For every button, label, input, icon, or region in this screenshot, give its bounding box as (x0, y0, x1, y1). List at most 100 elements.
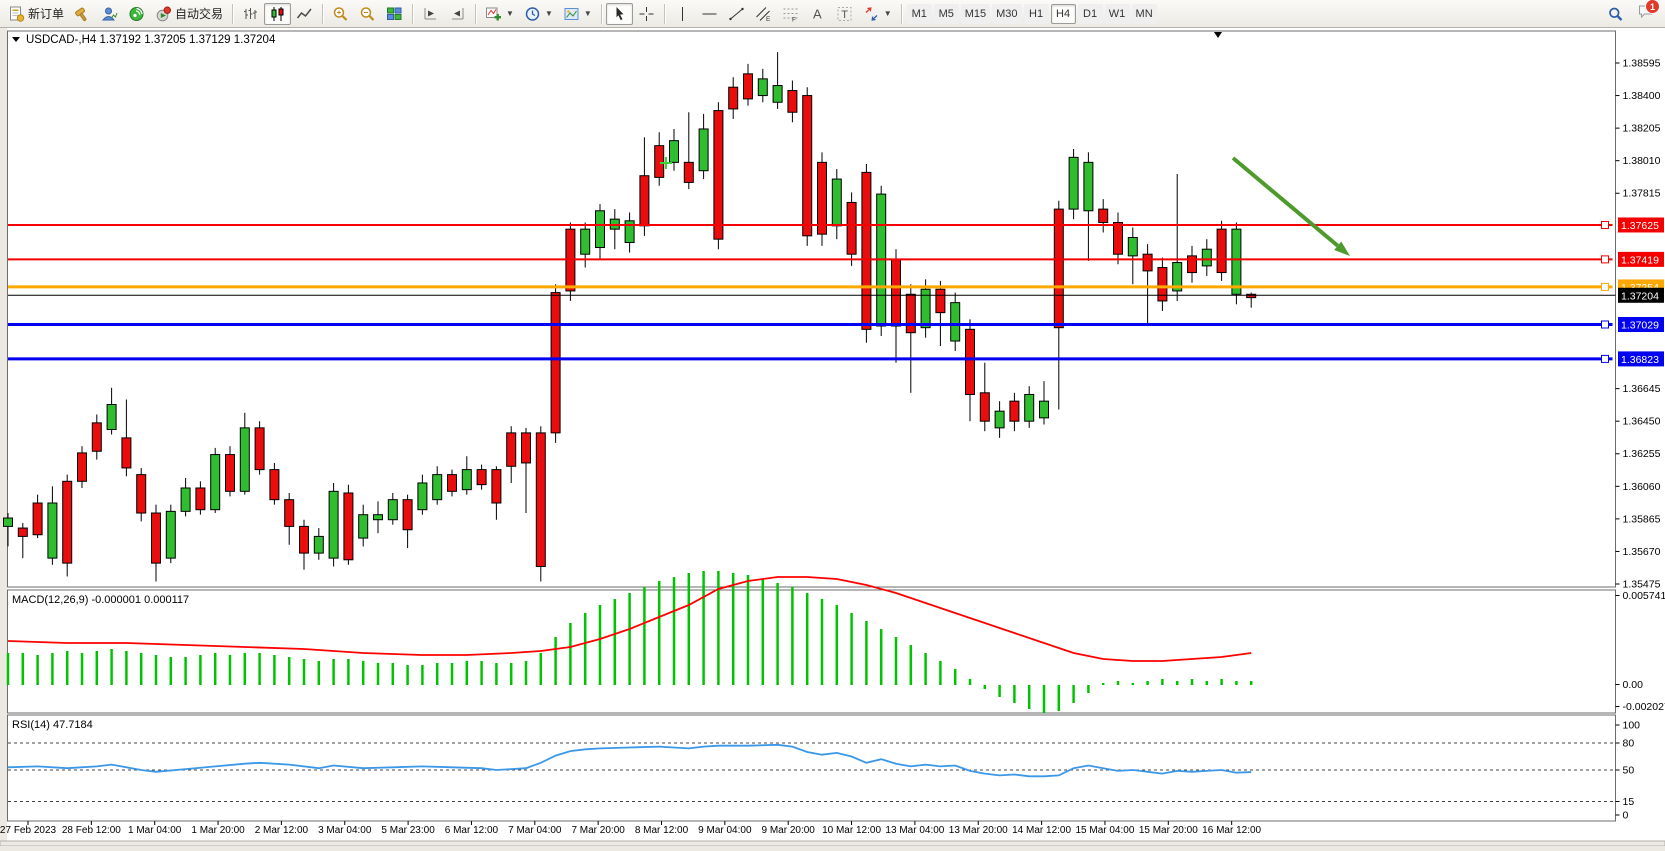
candle (166, 505, 175, 563)
candle (803, 87, 812, 246)
trendline-button[interactable] (723, 3, 750, 25)
candle (1232, 222, 1241, 304)
candle (255, 421, 264, 474)
candle (1217, 221, 1226, 281)
templates-button[interactable]: ▼ (558, 3, 597, 25)
chevron-down-icon: ▼ (506, 9, 514, 18)
macd-axis-label: -0.002027 (1623, 701, 1665, 713)
candle (566, 222, 575, 300)
price-tick-label: 1.35475 (1623, 578, 1661, 590)
shift-icon (422, 6, 439, 22)
hammer-tool-button[interactable] (69, 3, 96, 25)
time-tick-label: 1 Mar 04:00 (128, 825, 182, 836)
time-tick-label: 27 Feb 2023 (0, 825, 57, 836)
new-order-button-label: 新订单 (28, 5, 64, 22)
chart-candles-button[interactable] (264, 3, 291, 25)
new-order-button[interactable]: 新订单 (3, 3, 69, 25)
price-tick-label: 1.36255 (1623, 448, 1661, 460)
candles-icon (269, 6, 286, 22)
hline-price-text: 1.37625 (1621, 220, 1659, 232)
price-tick-label: 1.38010 (1623, 155, 1661, 167)
zoom-out-button[interactable] (354, 3, 381, 25)
timeframe-m5-button[interactable]: M5 (934, 4, 959, 24)
timeframe-h4-button[interactable]: H4 (1051, 4, 1076, 24)
timeframe-m1-button[interactable]: M1 (907, 4, 932, 24)
time-tick-label: 9 Mar 04:00 (698, 825, 752, 836)
arrows-button[interactable]: ▼ (858, 3, 897, 25)
toolbar-separator (322, 4, 323, 24)
hline-handle[interactable] (1602, 221, 1609, 228)
signals-button[interactable] (123, 3, 150, 25)
chart-bars-button[interactable] (237, 3, 264, 25)
price-tick-label: 1.35670 (1623, 546, 1661, 558)
autotrade-button[interactable]: 自动交易 (150, 3, 228, 25)
chevron-down-icon: ▼ (545, 9, 553, 18)
cursor-icon (611, 6, 628, 22)
periods-button[interactable]: ▼ (519, 3, 558, 25)
toolbar-separator (601, 4, 602, 24)
hline-handle[interactable] (1602, 283, 1609, 290)
channel-button[interactable]: E (750, 3, 777, 25)
svg-text:F: F (792, 16, 796, 22)
auto-scroll-button[interactable] (444, 3, 471, 25)
chart-window: 1.385951.384001.382051.380101.378151.366… (0, 28, 1665, 846)
tiles-icon (386, 6, 403, 22)
rsi-axis-label: 80 (1623, 738, 1635, 750)
time-tick-label: 3 Mar 04:00 (318, 825, 372, 836)
indicators-icon (485, 6, 502, 22)
timeframe-h1-button[interactable]: H1 (1024, 4, 1049, 24)
search-button[interactable] (1602, 3, 1629, 25)
candle (270, 463, 279, 505)
time-tick-label: 6 Mar 12:00 (445, 825, 499, 836)
chevron-down-icon: ▼ (884, 9, 892, 18)
accounts-button[interactable] (96, 3, 123, 25)
chart-title: USDCAD-,H4 1.37192 1.37205 1.37129 1.372… (26, 34, 276, 46)
zoom-in-button[interactable] (327, 3, 354, 25)
textA-icon: A (809, 6, 826, 22)
zoomout-icon (359, 6, 376, 22)
new-order-icon (8, 6, 25, 22)
timeframe-w1-button[interactable]: W1 (1105, 4, 1130, 24)
hline-handle[interactable] (1602, 321, 1609, 328)
text-button[interactable]: A (804, 3, 831, 25)
notifications-button[interactable]: 1 (1637, 3, 1654, 24)
price-tick-label: 1.37815 (1623, 188, 1661, 200)
vertical-line-button[interactable] (669, 3, 696, 25)
hline-handle[interactable] (1602, 256, 1609, 263)
time-tick-label: 10 Mar 12:00 (822, 825, 881, 836)
time-tick-label: 28 Feb 12:00 (62, 825, 121, 836)
timeframe-m30-button[interactable]: M30 (992, 4, 1021, 24)
candle (137, 468, 146, 521)
hline-icon (701, 6, 718, 22)
search-icon (1607, 6, 1624, 22)
timeframe-m15-button[interactable]: M15 (961, 4, 990, 24)
tile-windows-button[interactable] (381, 3, 408, 25)
text-label-button[interactable]: T (831, 3, 858, 25)
template-icon (563, 6, 580, 22)
time-tick-label: 13 Mar 04:00 (885, 825, 944, 836)
rsi-label: RSI(14) 47.7184 (12, 719, 93, 731)
current-price-label: 1.37204 (1621, 290, 1659, 302)
rsi-pane[interactable] (8, 715, 1616, 821)
toolbar-separator (475, 4, 476, 24)
time-tick-label: 15 Mar 20:00 (1139, 825, 1198, 836)
timeframe-mn-button[interactable]: MN (1132, 4, 1157, 24)
chart-line-button[interactable] (291, 3, 318, 25)
autotrade-button-label: 自动交易 (175, 5, 223, 22)
macd-pane[interactable] (8, 590, 1616, 713)
candle (1069, 149, 1078, 219)
macd-axis-label: 0.00 (1623, 679, 1644, 691)
chart-canvas[interactable]: 1.385951.384001.382051.380101.378151.366… (0, 28, 1665, 846)
fibonacci-button[interactable]: F (777, 3, 804, 25)
vline-icon (674, 6, 691, 22)
time-tick-label: 7 Mar 20:00 (571, 825, 625, 836)
crosshair-button[interactable] (633, 3, 660, 25)
hline-handle[interactable] (1602, 355, 1609, 362)
hline-price-text: 1.37029 (1621, 320, 1659, 332)
cursor-button[interactable] (606, 3, 633, 25)
hline-price-text: 1.37419 (1621, 254, 1659, 266)
indicators-button[interactable]: ▼ (480, 3, 519, 25)
chart-shift-button[interactable] (417, 3, 444, 25)
timeframe-d1-button[interactable]: D1 (1078, 4, 1103, 24)
horizontal-line-button[interactable] (696, 3, 723, 25)
